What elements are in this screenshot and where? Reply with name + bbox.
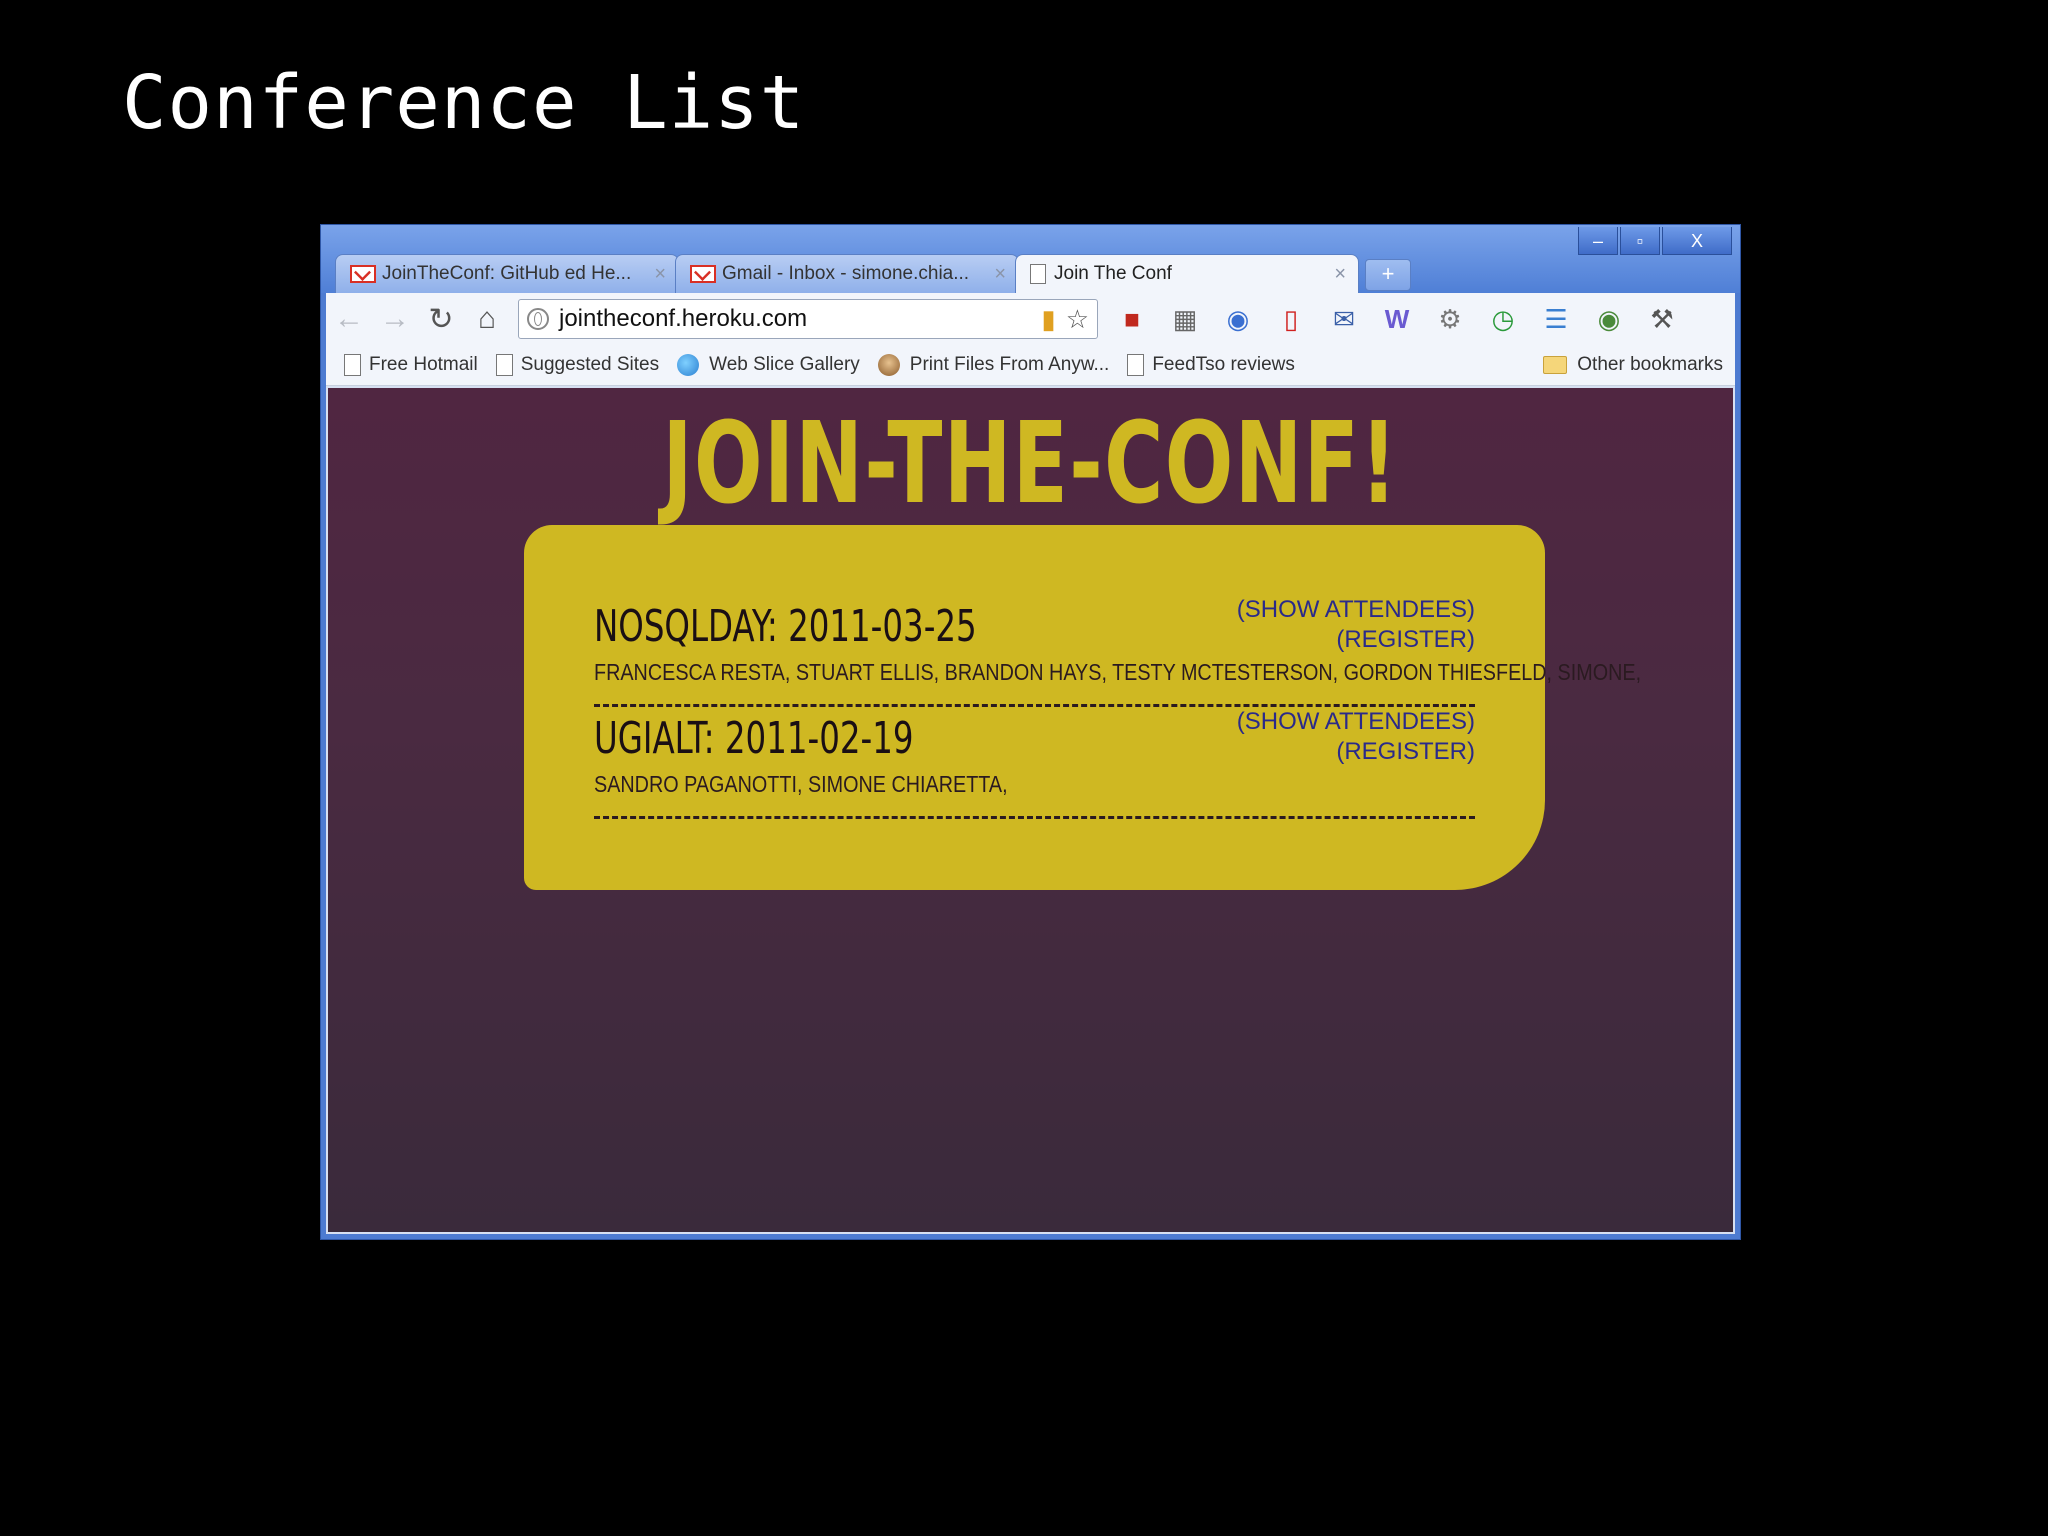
- page-icon: [1127, 354, 1145, 376]
- rss-extension-icon[interactable]: ◉: [1218, 302, 1258, 336]
- other-bookmarks[interactable]: Other bookmarks: [1543, 354, 1723, 376]
- evernote-extension-icon[interactable]: ◉: [1589, 302, 1629, 336]
- slide-title: Conference List: [122, 60, 806, 146]
- bookmark-web-slice-gallery[interactable]: Web Slice Gallery: [677, 354, 860, 376]
- conference-name: UGIALT: 2011-02-19: [594, 713, 914, 764]
- bookmark-label: Print Files From Anyw...: [909, 354, 1110, 375]
- home-icon[interactable]: ⌂: [464, 302, 510, 336]
- bookmark-label: FeedTso reviews: [1152, 354, 1295, 375]
- face-icon: [877, 354, 900, 376]
- browser-toolbar: ← → ↻ ⌂ jointheconf.heroku.com ▮ ☆ ■ ▦ ◉…: [326, 293, 1735, 345]
- gmail-extension-icon[interactable]: ✉: [1324, 302, 1364, 336]
- window-controls: – ▫ X: [1576, 227, 1732, 255]
- close-window-button[interactable]: X: [1662, 227, 1732, 255]
- conference-item: NOSQLDAY: 2011-03-25 (SHOW ATTENDEES) (R…: [594, 595, 1641, 707]
- gear-extension-icon[interactable]: ⚙: [1430, 302, 1470, 336]
- show-attendees-link[interactable]: (SHOW ATTENDEES): [1237, 595, 1475, 625]
- page-viewport: JOIN-THE-CONF! NOSQLDAY: 2011-03-25 (SHO…: [326, 386, 1735, 1234]
- tab-label: Join The Conf: [1054, 263, 1172, 284]
- maximize-button[interactable]: ▫: [1620, 227, 1660, 255]
- page-icon: [344, 354, 361, 376]
- tab-jointheconf-github[interactable]: JoinTheConf: GitHub ed He... ×: [335, 254, 679, 293]
- wrench-icon[interactable]: ⚒: [1642, 302, 1682, 336]
- minimize-button[interactable]: –: [1578, 227, 1618, 255]
- globe-icon: [527, 308, 549, 330]
- conference-name: NOSQLDAY: 2011-03-25: [594, 601, 977, 652]
- close-tab-icon[interactable]: ×: [654, 263, 666, 286]
- new-tab-button[interactable]: +: [1365, 259, 1411, 291]
- browser-titlebar: – ▫ X JoinTheConf: GitHub ed He... × Gma…: [321, 225, 1740, 293]
- close-tab-icon[interactable]: ×: [994, 263, 1006, 286]
- bookmark-label: Web Slice Gallery: [709, 354, 860, 375]
- page-icon: [1030, 264, 1046, 284]
- forward-arrow-icon[interactable]: →: [372, 302, 418, 336]
- reload-icon[interactable]: ↻: [418, 302, 464, 337]
- tab-strip: JoinTheConf: GitHub ed He... × Gmail - I…: [335, 254, 1411, 293]
- bookmark-free-hotmail[interactable]: Free Hotmail: [344, 354, 478, 376]
- gmail-icon: [350, 265, 376, 283]
- sofa-extension-icon[interactable]: ■: [1112, 302, 1152, 336]
- conference-item: UGIALT: 2011-02-19 (SHOW ATTENDEES) (REG…: [594, 707, 1475, 819]
- conference-card: NOSQLDAY: 2011-03-25 (SHOW ATTENDEES) (R…: [524, 525, 1641, 890]
- register-link[interactable]: (REGISTER): [1237, 737, 1475, 767]
- bookmark-label: Suggested Sites: [520, 354, 660, 375]
- tab-label: JoinTheConf: GitHub ed He...: [382, 263, 632, 284]
- ie-icon: [677, 354, 700, 376]
- browser-window: – ▫ X JoinTheConf: GitHub ed He... × Gma…: [320, 224, 1741, 1240]
- other-bookmarks-label: Other bookmarks: [1577, 354, 1723, 375]
- timer-extension-icon[interactable]: ◷: [1483, 302, 1523, 336]
- tab-gmail-inbox[interactable]: Gmail - Inbox - simone.chia... ×: [675, 254, 1019, 293]
- ie-tab-extension-icon[interactable]: ☰: [1536, 302, 1576, 336]
- address-bar[interactable]: jointheconf.heroku.com ▮ ☆: [518, 299, 1098, 339]
- bookmark-label: Free Hotmail: [369, 354, 478, 375]
- site-title: JOIN-THE-CONF!: [662, 399, 1399, 529]
- back-arrow-icon[interactable]: ←: [326, 302, 372, 336]
- bookmark-star-icon[interactable]: ☆: [1066, 304, 1089, 335]
- tag-extension-icon[interactable]: ▦: [1165, 302, 1205, 336]
- show-attendees-link[interactable]: (SHOW ATTENDEES): [1237, 707, 1475, 737]
- close-tab-icon[interactable]: ×: [1334, 263, 1346, 286]
- bookmarks-bar: Free Hotmail Suggested Sites Web Slice G…: [326, 345, 1735, 386]
- w-extension-icon[interactable]: W: [1377, 302, 1417, 336]
- register-link[interactable]: (REGISTER): [1237, 625, 1475, 655]
- tab-join-the-conf[interactable]: Join The Conf ×: [1015, 254, 1359, 293]
- page-icon: [495, 354, 513, 376]
- tab-label: Gmail - Inbox - simone.chia...: [722, 263, 970, 284]
- gmail-icon: [690, 265, 716, 283]
- extension-icons: ■ ▦ ◉ ▯ ✉ W ⚙ ◷ ☰ ◉ ⚒: [1112, 302, 1695, 336]
- bookmark-extension-icon[interactable]: ▯: [1271, 302, 1311, 336]
- conference-links: (SHOW ATTENDEES) (REGISTER): [1237, 707, 1475, 767]
- folder-icon: [1543, 356, 1568, 374]
- conference-links: (SHOW ATTENDEES) (REGISTER): [1237, 595, 1475, 655]
- bookmark-feedtso-reviews[interactable]: FeedTso reviews: [1127, 354, 1295, 376]
- bookmark-print-files[interactable]: Print Files From Anyw...: [877, 354, 1110, 376]
- url-text[interactable]: jointheconf.heroku.com: [559, 305, 1031, 333]
- attendee-list: SANDRO PAGANOTTI, SIMONE CHIARETTA,: [594, 771, 1008, 797]
- attendee-list: FRANCESCA RESTA, STUART ELLIS, BRANDON H…: [594, 659, 1642, 685]
- bookmark-suggested-sites[interactable]: Suggested Sites: [495, 354, 660, 376]
- page-action-icon[interactable]: ▮: [1041, 304, 1055, 335]
